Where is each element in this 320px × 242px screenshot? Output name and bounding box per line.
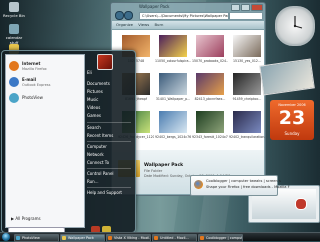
file-label: 92402_bergs_1024c768 xyxy=(155,135,191,139)
pinned-subtitle: Mozilla Firefox xyxy=(22,67,47,71)
mail-icon xyxy=(9,77,19,87)
forward-arrow-icon[interactable] xyxy=(124,11,133,20)
start-menu-left-pane: Internet Mozilla Firefox E-mail Outlook … xyxy=(5,54,85,228)
pinned-item-internet[interactable]: Internet Mozilla Firefox xyxy=(9,59,81,75)
file-thumbnail[interactable] xyxy=(159,111,187,133)
menu-divider xyxy=(87,168,131,169)
command-toolbar: Organize Views Burn xyxy=(112,21,264,29)
taskbar-button-label: Untitled - Mozil... xyxy=(160,236,189,240)
taskbar-button-label: Vista X Viking - Mozil... xyxy=(114,236,151,240)
taskbar-button[interactable]: PhotoView xyxy=(14,234,59,242)
all-programs-button[interactable]: ▶ All Programs xyxy=(11,216,41,221)
maximize-button[interactable] xyxy=(241,4,250,11)
pinned-title: PhotoView xyxy=(22,95,43,100)
app-icon xyxy=(200,236,204,240)
start-link[interactable]: Recent Items xyxy=(87,133,113,138)
file-label: 82413_pbcnrfaex... xyxy=(194,97,226,101)
desktop-icon-label: Recycle Bin xyxy=(3,13,25,18)
file-label: 92402_tranquilaration... xyxy=(229,135,265,139)
file-label: 92343_forestt_1024x76... xyxy=(192,135,228,139)
file-label: 91459_cheipkoc... xyxy=(232,97,262,101)
start-link[interactable]: Connect To xyxy=(87,160,109,165)
firefox-icon xyxy=(194,180,203,189)
start-link[interactable]: Computer xyxy=(87,144,107,149)
calendar-day: 23 xyxy=(278,107,306,129)
file-label: 11050_colourfulspira... xyxy=(155,59,191,63)
file-thumbnail[interactable] xyxy=(233,111,261,133)
pinned-item-email[interactable]: E-mail Outlook Express xyxy=(9,75,81,91)
start-link[interactable]: Pictures xyxy=(87,89,103,94)
address-bar[interactable]: C:\Users\...\Documents\My Pictures\Wallp… xyxy=(139,12,229,20)
photo-viewer-icon xyxy=(9,93,19,103)
start-link[interactable]: Music xyxy=(87,97,98,102)
slideshow-gadget xyxy=(257,52,315,96)
pinned-title: Internet xyxy=(22,61,41,66)
firefox-icon xyxy=(9,61,19,71)
views-button[interactable]: Views xyxy=(138,22,149,27)
back-arrow-icon[interactable] xyxy=(115,11,124,20)
taskbar-button-label: PhotoView xyxy=(22,236,40,240)
pinned-subtitle: Outlook Express xyxy=(22,83,51,87)
organize-button[interactable]: Organize xyxy=(116,22,133,27)
start-link[interactable]: Network xyxy=(87,152,104,157)
file-label: 31401_Wallpaper_p... xyxy=(155,97,191,101)
start-link[interactable]: Control Panel xyxy=(87,171,114,176)
pinned-item-photoview[interactable]: PhotoView xyxy=(9,91,81,107)
file-thumbnail[interactable] xyxy=(196,73,224,95)
menu-divider xyxy=(87,187,131,188)
app-icon xyxy=(16,236,20,240)
file-thumbnail[interactable] xyxy=(196,111,224,133)
calendar-gadget: November 2006 23 Sunday xyxy=(270,100,314,140)
menu-divider xyxy=(87,122,131,123)
notification-line: Shape your Firefox | free downloads - Mo… xyxy=(206,185,290,189)
start-menu-right-pane: Eli Documents Pictures Music Videos Games Sear… xyxy=(87,54,132,226)
folder-icon xyxy=(9,24,19,34)
start-link[interactable]: Games xyxy=(87,113,101,118)
recycle-bin-icon xyxy=(9,2,19,12)
file-label: 15070_probooks_024... xyxy=(192,59,228,63)
file-thumbnail[interactable] xyxy=(159,73,187,95)
start-link[interactable]: Run... xyxy=(87,179,98,184)
close-circle-icon[interactable] xyxy=(295,198,307,210)
details-name: Wallpaper Pack xyxy=(144,163,184,168)
taskbar-button[interactable]: Coolblogger | computer... xyxy=(198,234,243,242)
taskbar-button-label: Wallpaper Pack xyxy=(68,236,94,240)
close-button[interactable] xyxy=(251,4,263,11)
clock-hands-icon xyxy=(293,16,303,29)
start-link[interactable]: Search xyxy=(87,125,101,130)
menu-divider xyxy=(87,141,131,142)
burn-button[interactable]: Burn xyxy=(154,22,163,27)
file-thumbnail[interactable] xyxy=(196,35,224,57)
calendar-weekday: Sunday xyxy=(284,131,300,136)
pinned-title: E-mail xyxy=(22,77,37,82)
start-link[interactable]: Documents xyxy=(87,81,110,86)
file-thumbnail[interactable] xyxy=(159,35,187,57)
firefox-notification[interactable]: Coolblogger | computer tweaks | screen s… xyxy=(190,175,290,196)
app-icon xyxy=(154,236,158,240)
minimize-button[interactable] xyxy=(231,4,240,11)
start-menu[interactable]: Internet Mozilla Firefox E-mail Outlook … xyxy=(1,50,136,236)
start-link[interactable]: Videos xyxy=(87,105,100,110)
taskbar-button[interactable]: Wallpaper Pack xyxy=(60,234,105,242)
start-link[interactable]: Eli xyxy=(87,70,92,75)
search-input[interactable] xyxy=(229,12,263,20)
calendar-stuff-desktop-icon[interactable]: calendar stuff xyxy=(2,24,26,45)
taskbar-button-label: Coolblogger | computer... xyxy=(206,236,242,240)
window-title: Wallpaper Pack xyxy=(139,4,170,9)
clock-gadget xyxy=(275,6,315,46)
all-programs-label: All Programs xyxy=(15,216,41,221)
app-icon xyxy=(108,236,112,240)
recycle-bin-desktop-icon[interactable]: Recycle Bin xyxy=(2,2,26,18)
start-link[interactable]: Help and Support xyxy=(87,190,122,195)
navigation-bar: C:\Users\...\Documents\My Pictures\Wallp… xyxy=(113,11,263,20)
details-type: File Folder xyxy=(144,169,163,173)
slideshow-photo xyxy=(259,58,315,96)
taskbar-button[interactable]: Untitled - Mozil... xyxy=(152,234,197,242)
taskbar-button[interactable]: Vista X Viking - Mozil... xyxy=(106,234,151,242)
app-icon xyxy=(62,236,66,240)
window-controls xyxy=(230,4,263,11)
notification-line: Coolblogger | computer tweaks | screen s xyxy=(206,179,281,183)
